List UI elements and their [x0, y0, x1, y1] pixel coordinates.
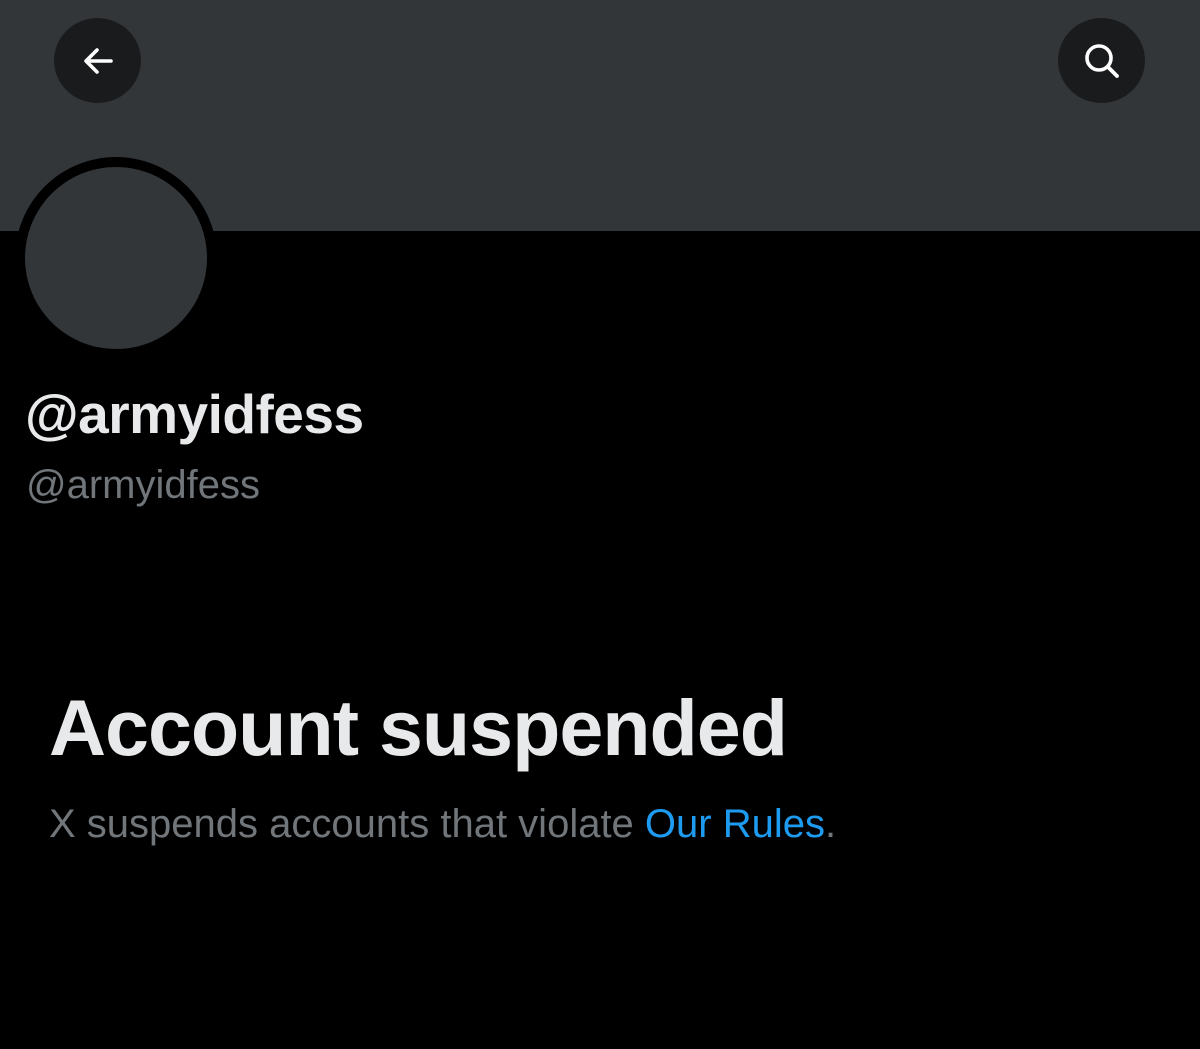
suspension-description-period: . — [824, 802, 837, 846]
profile-handle: @armyidfess — [26, 463, 260, 507]
suspension-description-text: X suspends accounts that violate — [49, 802, 645, 846]
profile-display-name: @armyidfess — [25, 383, 364, 445]
suspension-title: Account suspended — [49, 683, 788, 772]
profile-page: @armyidfess @armyidfess Account suspende… — [0, 0, 1200, 1049]
our-rules-link[interactable]: Our Rules — [645, 802, 825, 846]
avatar — [25, 167, 207, 349]
search-button[interactable] — [1058, 18, 1145, 103]
search-icon — [1084, 43, 1119, 78]
back-button[interactable] — [54, 18, 141, 103]
suspension-description: X suspends accounts that violate Our Rul… — [49, 800, 836, 848]
arrow-left-icon — [83, 47, 113, 74]
